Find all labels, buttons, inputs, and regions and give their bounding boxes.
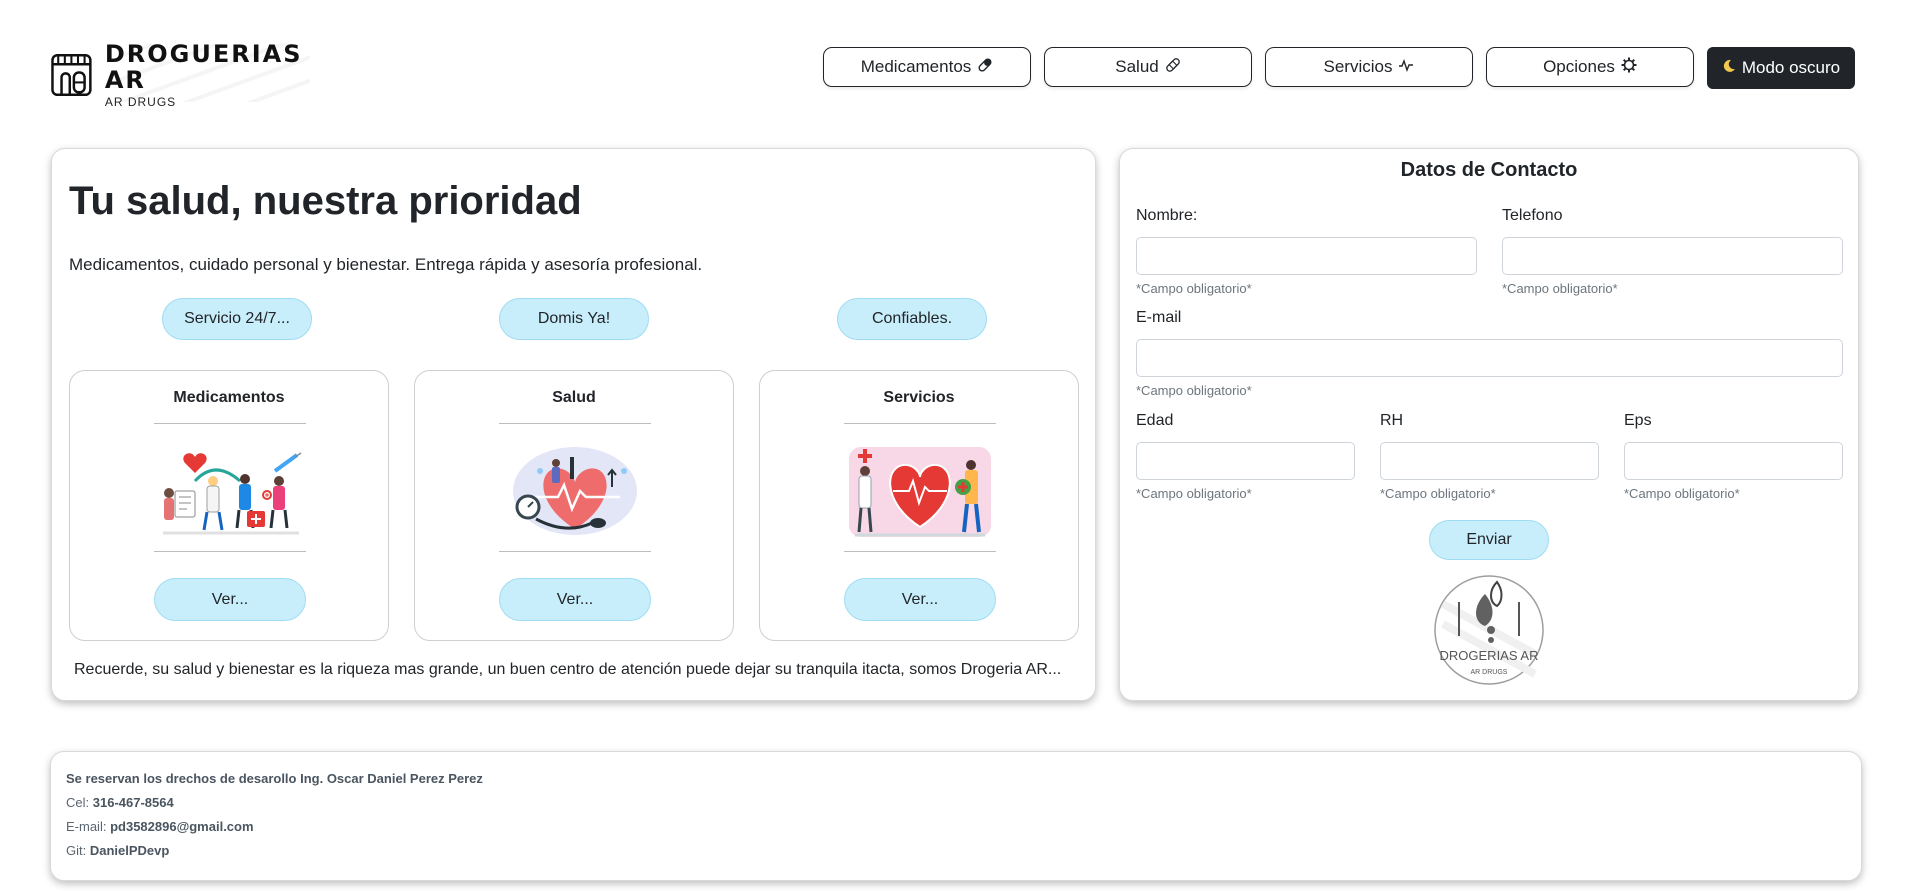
footer-cel: Cel: 316-467-8564 bbox=[66, 795, 174, 810]
nav-salud-label: Salud bbox=[1115, 57, 1159, 76]
nav-servicios-label: Servicios bbox=[1323, 57, 1393, 76]
pill-icon bbox=[977, 57, 993, 77]
dark-mode-button[interactable]: Modo oscuro bbox=[1707, 47, 1855, 89]
pill-servicio-24-7[interactable]: Servicio 24/7... bbox=[162, 298, 312, 340]
gear-icon bbox=[1621, 57, 1637, 77]
eps-input[interactable] bbox=[1624, 442, 1843, 480]
pill-confiables[interactable]: Confiables. bbox=[837, 298, 987, 340]
card-title: Salud bbox=[552, 389, 596, 406]
nav-medicamentos-label: Medicamentos bbox=[860, 57, 972, 76]
hero-card: Tu salud, nuestra prioridad Medicamentos… bbox=[51, 148, 1096, 701]
brand-tagline: AR DRUGS bbox=[104, 95, 177, 109]
heart-health-illustration bbox=[513, 447, 637, 535]
telefono-label: Telefono bbox=[1502, 207, 1563, 224]
medical-team-illustration bbox=[163, 452, 302, 535]
divider bbox=[154, 551, 306, 552]
nav-servicios-button[interactable]: Servicios bbox=[1265, 47, 1473, 87]
edad-label: Edad bbox=[1136, 412, 1174, 429]
doctor-heart-illustration bbox=[849, 447, 991, 537]
rh-help: *Campo obligatorio* bbox=[1380, 486, 1496, 501]
nombre-help: *Campo obligatorio* bbox=[1136, 281, 1252, 296]
divider bbox=[844, 551, 996, 552]
round-brand-logo: DROGERIAS AR AR DRUGS bbox=[1434, 575, 1544, 685]
edad-help: *Campo obligatorio* bbox=[1136, 486, 1252, 501]
footer-git: Git: DanielPDevp bbox=[66, 843, 170, 858]
nav-medicamentos-button[interactable]: Medicamentos bbox=[823, 47, 1031, 87]
card-servicios: Servicios Ver... bbox=[759, 370, 1079, 641]
divider bbox=[844, 423, 996, 424]
pulse-icon bbox=[1398, 57, 1414, 77]
footer-note: Recuerde, su salud y bienestar es la riq… bbox=[74, 661, 1062, 678]
bandage-icon bbox=[1165, 57, 1181, 77]
contact-title: Datos de Contacto bbox=[1400, 159, 1578, 181]
pill-domis-ya[interactable]: Domis Ya! bbox=[499, 298, 649, 340]
nav-salud-button[interactable]: Salud bbox=[1044, 47, 1252, 87]
nav-opciones-label: Opciones bbox=[1543, 57, 1615, 76]
ver-medicamentos-button[interactable]: Ver... bbox=[154, 578, 306, 621]
eps-help: *Campo obligatorio* bbox=[1624, 486, 1740, 501]
nav-opciones-button[interactable]: Opciones bbox=[1486, 47, 1694, 87]
nombre-input[interactable] bbox=[1136, 237, 1477, 275]
card-title: Medicamentos bbox=[173, 389, 285, 406]
rh-label: RH bbox=[1380, 412, 1404, 429]
svg-text:AR DRUGS: AR DRUGS bbox=[1471, 669, 1508, 676]
eps-label: Eps bbox=[1624, 412, 1652, 429]
card-salud: Salud Ver... bbox=[414, 370, 734, 641]
store-icon bbox=[51, 53, 92, 97]
ver-salud-button[interactable]: Ver... bbox=[499, 578, 651, 621]
brand-name: DROGUERIAS AR bbox=[104, 40, 303, 94]
edad-input[interactable] bbox=[1136, 442, 1355, 480]
card-title: Servicios bbox=[883, 389, 955, 406]
contact-form: Datos de Contacto Nombre: *Campo obligat… bbox=[1119, 148, 1859, 701]
brand-logo[interactable]: DROGUERIAS AR AR DRUGS bbox=[50, 41, 310, 109]
email-label: E-mail bbox=[1136, 309, 1182, 326]
hero-description: Medicamentos, cuidado personal y bienest… bbox=[69, 255, 703, 274]
footer-email: E-mail: pd3582896@gmail.com bbox=[66, 819, 254, 834]
dark-mode-label: Modo oscuro bbox=[1741, 58, 1841, 77]
ver-servicios-button[interactable]: Ver... bbox=[844, 578, 996, 621]
divider bbox=[499, 423, 651, 424]
telefono-input[interactable] bbox=[1502, 237, 1843, 275]
divider bbox=[499, 551, 651, 552]
rh-input[interactable] bbox=[1380, 442, 1599, 480]
email-help: *Campo obligatorio* bbox=[1136, 383, 1252, 398]
telefono-help: *Campo obligatorio* bbox=[1502, 281, 1618, 296]
card-medicamentos: Medicamentos Ver... bbox=[69, 370, 389, 641]
main-nav: Medicamentos Salud Servicios Opciones Mo… bbox=[823, 47, 1855, 89]
footer-rights: Se reservan los drechos de desarollo Ing… bbox=[66, 771, 483, 786]
moon-icon bbox=[1722, 58, 1736, 78]
site-footer: Se reservan los drechos de desarollo Ing… bbox=[50, 751, 1862, 881]
svg-text:DROGERIAS AR: DROGERIAS AR bbox=[1440, 648, 1539, 663]
divider bbox=[154, 423, 306, 424]
email-input[interactable] bbox=[1136, 339, 1843, 377]
page-title: Tu salud, nuestra prioridad bbox=[69, 179, 582, 223]
submit-button[interactable]: Enviar bbox=[1429, 520, 1549, 560]
nombre-label: Nombre: bbox=[1136, 207, 1198, 224]
